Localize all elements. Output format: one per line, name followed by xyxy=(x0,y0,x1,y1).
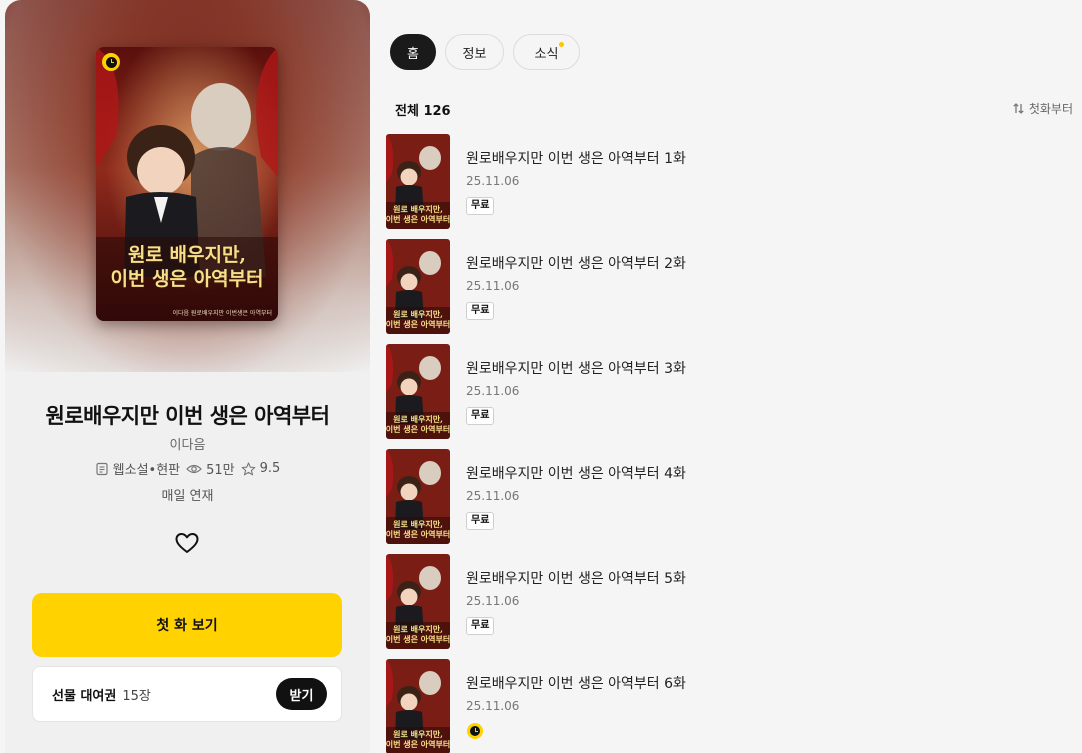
svg-text:이번 생은 아역부터: 이번 생은 아역부터 xyxy=(386,214,450,224)
episode-item[interactable]: 원로 배우지만, 이번 생은 아역부터 원로배우지만 이번 생은 아역부터 2화… xyxy=(386,239,1076,344)
svg-text:원로 배우지만,: 원로 배우지만, xyxy=(393,414,443,424)
first-episode-button[interactable]: 첫 화 보기 xyxy=(32,593,342,657)
cover-credit: 이다음 원로배우지만 이번생은 아역부터 xyxy=(172,310,272,317)
svg-text:원로 배우지만,: 원로 배우지만, xyxy=(393,519,443,529)
episode-title: 원로배우지만 이번 생은 아역부터 6화 xyxy=(466,676,686,692)
svg-text:이번 생은 아역부터: 이번 생은 아역부터 xyxy=(386,424,450,434)
episode-date: 25.11.06 xyxy=(466,384,520,398)
episode-thumbnail: 원로 배우지만, 이번 생은 아역부터 xyxy=(386,554,450,649)
genre-label: 웹소설•현판 xyxy=(112,463,181,478)
svg-text:이번 생은 아역부터: 이번 생은 아역부터 xyxy=(386,319,450,329)
episode-title: 원로배우지만 이번 생은 아역부터 2화 xyxy=(466,256,686,272)
episode-thumbnail: 원로 배우지만, 이번 생은 아역부터 xyxy=(386,134,450,229)
series-meta: 웹소설•현판 51만 9.5 xyxy=(5,459,370,478)
new-dot-indicator xyxy=(559,42,564,47)
sort-button[interactable]: 첫화부터 xyxy=(1012,100,1073,117)
episode-date: 25.11.06 xyxy=(466,174,520,188)
svg-text:이번 생은 아역부터: 이번 생은 아역부터 xyxy=(386,739,450,749)
wait-free-clock-icon xyxy=(102,53,120,71)
svg-text:원로 배우지만,: 원로 배우지만, xyxy=(393,624,443,634)
rating-value: 9.5 xyxy=(259,461,281,476)
series-title: 원로배우지만 이번 생은 아역부터 xyxy=(45,404,330,428)
episode-thumbnail: 원로 배우지만, 이번 생은 아역부터 xyxy=(386,239,450,334)
sort-icon xyxy=(1013,103,1024,114)
wait-free-clock-icon xyxy=(467,723,483,739)
tab-info[interactable]: 정보 xyxy=(445,34,504,70)
author-name[interactable]: 이다음 xyxy=(5,434,370,453)
episode-date: 25.11.06 xyxy=(466,594,520,608)
free-badge: 무료 xyxy=(466,407,495,425)
episode-title: 원로배우지만 이번 생은 아역부터 5화 xyxy=(466,571,686,587)
gift-ticket-box: 선물 대여권 15장 받기 xyxy=(32,666,342,722)
cover-title-text: 원로 배우지만, 이번 생은 아역부터 xyxy=(110,244,264,290)
episode-date: 25.11.06 xyxy=(466,489,520,503)
episode-date: 25.11.06 xyxy=(466,699,520,713)
publish-schedule: 매일 연재 xyxy=(161,489,214,504)
episode-item[interactable]: 원로 배우지만, 이번 생은 아역부터 원로배우지만 이번 생은 아역부터 1화… xyxy=(386,134,1076,239)
tab-bar: 홈 정보 소식 xyxy=(390,34,580,70)
views-info: 51만 xyxy=(186,459,235,478)
episode-title: 원로배우지만 이번 생은 아역부터 3화 xyxy=(466,361,686,377)
svg-text:이번 생은 아역부터: 이번 생은 아역부터 xyxy=(386,634,450,644)
views-count: 51만 xyxy=(206,463,235,478)
genre-info: 웹소설•현판 xyxy=(95,459,180,478)
episode-total: 전체 126 xyxy=(395,104,451,119)
episode-item[interactable]: 원로 배우지만, 이번 생은 아역부터 원로배우지만 이번 생은 아역부터 5화… xyxy=(386,554,1076,659)
free-badge: 무료 xyxy=(466,302,495,320)
receive-button[interactable]: 받기 xyxy=(276,678,327,710)
episode-thumbnail: 원로 배우지만, 이번 생은 아역부터 xyxy=(386,344,450,439)
svg-text:원로 배우지만,: 원로 배우지만, xyxy=(393,309,443,319)
eye-icon xyxy=(186,464,202,473)
episode-item[interactable]: 원로 배우지만, 이번 생은 아역부터 원로배우지만 이번 생은 아역부터 3화… xyxy=(386,344,1076,449)
svg-text:이번 생은 아역부터: 이번 생은 아역부터 xyxy=(386,529,450,539)
gift-ticket-label: 선물 대여권 xyxy=(52,688,117,704)
heart-icon[interactable] xyxy=(174,531,200,555)
episode-date: 25.11.06 xyxy=(466,279,520,293)
document-icon xyxy=(96,462,108,475)
sort-label: 첫화부터 xyxy=(1028,102,1073,116)
star-icon xyxy=(241,461,255,475)
rating-info: 9.5 xyxy=(241,461,281,476)
episode-item[interactable]: 원로 배우지만, 이번 생은 아역부터 원로배우지만 이번 생은 아역부터 6화… xyxy=(386,659,1076,753)
svg-text:원로 배우지만,: 원로 배우지만, xyxy=(393,729,443,739)
episode-thumbnail: 원로 배우지만, 이번 생은 아역부터 xyxy=(386,659,450,753)
episode-title: 원로배우지만 이번 생은 아역부터 1화 xyxy=(466,151,686,167)
episode-list: 원로 배우지만, 이번 생은 아역부터 원로배우지만 이번 생은 아역부터 1화… xyxy=(386,134,1076,753)
tab-news[interactable]: 소식 xyxy=(513,34,580,70)
free-badge: 무료 xyxy=(466,617,495,635)
tab-news-label: 소식 xyxy=(534,46,559,62)
episode-item[interactable]: 원로 배우지만, 이번 생은 아역부터 원로배우지만 이번 생은 아역부터 4화… xyxy=(386,449,1076,554)
free-badge: 무료 xyxy=(466,197,495,215)
series-detail-panel: 원로 배우지만, 이번 생은 아역부터 이다음 원로배우지만 이번생은 아역부터… xyxy=(5,0,370,753)
episode-title: 원로배우지만 이번 생은 아역부터 4화 xyxy=(466,466,686,482)
tab-home[interactable]: 홈 xyxy=(390,34,436,70)
cover-image: 원로 배우지만, 이번 생은 아역부터 이다음 원로배우지만 이번생은 아역부터 xyxy=(96,47,278,321)
episode-thumbnail: 원로 배우지만, 이번 생은 아역부터 xyxy=(386,449,450,544)
svg-text:원로 배우지만,: 원로 배우지만, xyxy=(393,204,443,214)
free-badge: 무료 xyxy=(466,512,495,530)
gift-ticket-count: 15장 xyxy=(122,688,151,704)
